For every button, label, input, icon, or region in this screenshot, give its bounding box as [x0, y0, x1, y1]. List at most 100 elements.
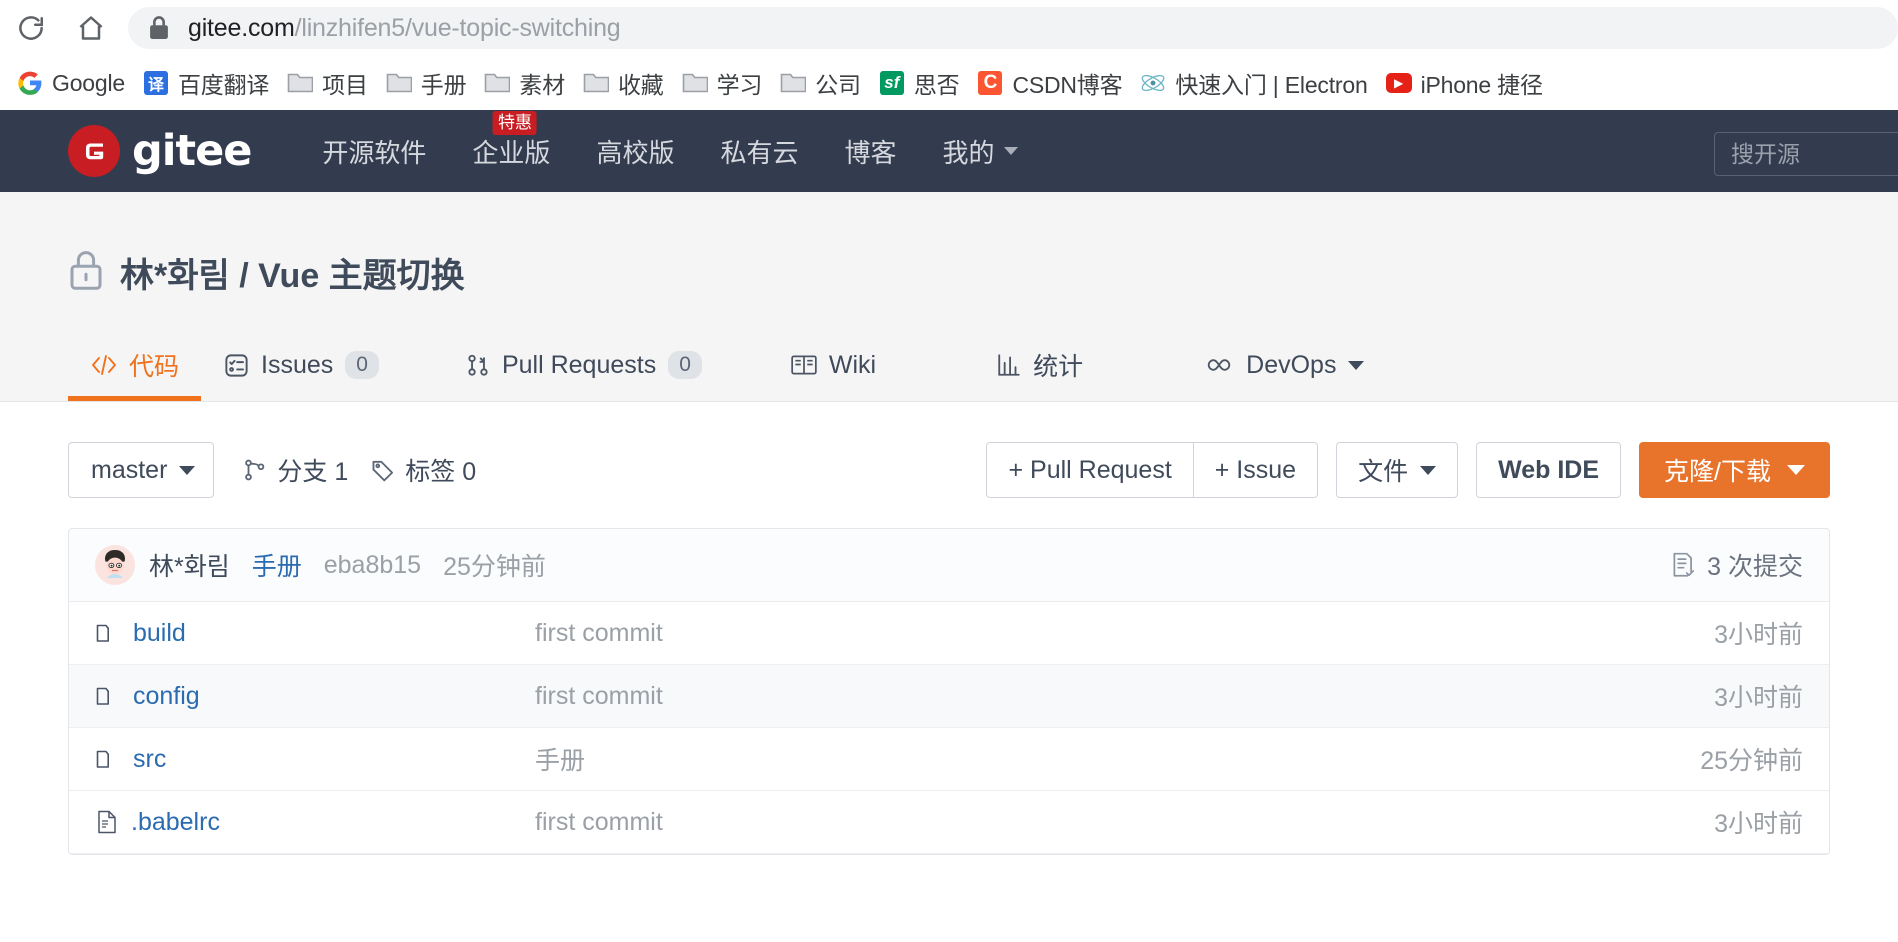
file-link[interactable]: .babelrc — [95, 808, 535, 837]
bookmark-folder-materials[interactable]: 素材 — [475, 63, 574, 103]
folder-icon — [780, 70, 807, 96]
commit-time: 25分钟前 — [443, 553, 546, 581]
lock-icon — [150, 16, 168, 39]
file-icon — [98, 810, 116, 834]
pull-request-icon — [465, 352, 491, 379]
nav-label: 我的 — [942, 137, 995, 168]
branches-link[interactable]: 分支 1 — [242, 452, 348, 488]
folder-icon — [96, 750, 109, 768]
promo-badge: 特惠 — [492, 110, 537, 135]
tab-pull-requests[interactable]: Pull Requests 0 — [465, 329, 702, 401]
gitee-logo[interactable]: gitee — [68, 125, 252, 177]
bookmark-label: iPhone 捷径 — [1420, 72, 1543, 98]
file-name-label: .babelrc — [131, 807, 220, 836]
page-title: 林*화림 / Vue 主题切换 — [120, 257, 465, 295]
file-commit-message: 手册 — [535, 747, 586, 775]
file-link[interactable]: config — [95, 682, 535, 711]
nav-label: 私有云 — [720, 137, 799, 168]
chevron-down-icon — [1348, 360, 1365, 370]
chevron-down-icon — [179, 465, 196, 475]
code-icon — [90, 353, 118, 377]
repo-meta: 分支 1 标签 0 — [242, 452, 498, 488]
tab-code[interactable]: 代码 — [67, 329, 202, 401]
bookmark-label: 素材 — [519, 72, 565, 98]
file-commit-time: 3小时前 — [1714, 810, 1803, 838]
search-input[interactable] — [1714, 132, 1898, 176]
folder-icon — [484, 70, 511, 96]
file-commit-time: 3小时前 — [1714, 621, 1803, 649]
nav-item-blog[interactable]: 博客 — [821, 133, 919, 170]
new-pull-request-button[interactable]: + Pull Request — [986, 442, 1194, 498]
bookmark-folder-favorites[interactable]: 收藏 — [574, 63, 673, 103]
file-link[interactable]: build — [95, 619, 535, 648]
nav-item-education[interactable]: 高校版 — [573, 133, 697, 170]
repo-content: master 分支 1 标签 0 + Pull Request + Issue — [0, 402, 1898, 855]
commit-message[interactable]: 手册 — [252, 547, 302, 583]
branch-label: master — [91, 455, 168, 484]
tab-issues[interactable]: Issues 0 — [223, 329, 379, 401]
file-link[interactable]: src — [95, 745, 535, 774]
table-row[interactable]: src 手册 25分钟前 — [69, 728, 1829, 791]
reload-button[interactable] — [8, 5, 54, 51]
chevron-down-icon — [1003, 147, 1018, 155]
table-row[interactable]: config first commit 3小时前 — [69, 665, 1829, 728]
bookmark-iphone-shortcuts[interactable]: ▶ iPhone 捷径 — [1377, 63, 1552, 103]
tags-link[interactable]: 标签 0 — [370, 452, 476, 488]
browser-chrome: gitee.com/linzhifen5/vue-topic-switching… — [0, 0, 1898, 110]
file-commit-message: first commit — [535, 681, 663, 710]
bookmark-folder-study[interactable]: 学习 — [673, 63, 772, 103]
bookmark-google[interactable]: Google — [8, 63, 134, 103]
nav-item-mine[interactable]: 我的 — [919, 133, 1040, 170]
bookmark-label: 百度翻译 — [177, 72, 270, 98]
chart-icon — [996, 353, 1022, 377]
tab-devops[interactable]: DevOps — [1203, 329, 1365, 401]
nav-item-open-source[interactable]: 开源软件 — [299, 133, 449, 170]
commit-sha[interactable]: eba8b15 — [324, 551, 421, 580]
tab-label: DevOps — [1246, 350, 1337, 379]
commits-count-label: 3 次提交 — [1707, 553, 1803, 581]
folder-icon — [682, 70, 708, 96]
tab-label: Pull Requests — [501, 350, 657, 379]
nav-item-private-cloud[interactable]: 私有云 — [697, 133, 821, 170]
file-name-label: src — [133, 744, 167, 773]
home-button[interactable] — [68, 5, 114, 51]
table-row[interactable]: .babelrc first commit 3小时前 — [69, 791, 1829, 854]
table-row[interactable]: build first commit 3小时前 — [69, 602, 1829, 665]
web-ide-button[interactable]: Web IDE — [1476, 442, 1622, 498]
branch-selector[interactable]: master — [68, 442, 215, 498]
commits-count-link[interactable]: 3 次提交 — [1670, 547, 1803, 583]
bookmark-baidu-translate[interactable]: 译 百度翻译 — [134, 63, 278, 103]
tab-count-badge: 0 — [345, 351, 379, 379]
bookmark-label: CSDN博客 — [1012, 72, 1123, 98]
avatar[interactable] — [95, 545, 135, 585]
bookmark-csdn[interactable]: C CSDN博客 — [968, 63, 1131, 103]
bookmark-folder-projects[interactable]: 项目 — [278, 63, 377, 103]
bookmark-electron[interactable]: 快速入门 | Electron — [1131, 63, 1376, 103]
bookmark-segmentfault[interactable]: sf 思否 — [870, 63, 969, 103]
bookmark-folder-company[interactable]: 公司 — [771, 63, 870, 103]
tab-statistics[interactable]: 统计 — [996, 329, 1083, 401]
bookmark-label: 收藏 — [618, 72, 664, 98]
nav-label: 开源软件 — [322, 137, 427, 168]
nav-item-enterprise[interactable]: 特惠 企业版 — [449, 110, 573, 170]
tab-wiki[interactable]: Wiki — [790, 329, 876, 401]
repo-visibility-lock-icon — [68, 249, 104, 296]
clone-download-button[interactable]: 克隆/下载 — [1639, 442, 1830, 498]
youtube-icon: ▶ — [1385, 70, 1412, 96]
file-browser: 林*화림 手册 eba8b15 25分钟前 3 次提交 build first … — [68, 528, 1830, 855]
folder-icon — [287, 70, 314, 96]
commit-author[interactable]: 林*화림 — [149, 547, 230, 583]
folder-icon — [386, 70, 412, 96]
folder-icon — [96, 687, 109, 705]
bookmark-label: 手册 — [420, 72, 467, 98]
bookmark-folder-manual[interactable]: 手册 — [377, 63, 476, 103]
new-issue-button[interactable]: + Issue — [1193, 442, 1319, 498]
gitee-logo-text: gitee — [132, 126, 252, 176]
files-dropdown-button[interactable]: 文件 — [1336, 442, 1459, 498]
omnibar-row: gitee.com/linzhifen5/vue-topic-switching — [0, 0, 1898, 56]
repo-tabs: 代码 Issues 0 Pull Requests 0 Wiki 统计 DevO… — [67, 329, 1898, 401]
address-bar[interactable]: gitee.com/linzhifen5/vue-topic-switching — [128, 7, 1898, 49]
tab-label: Wiki — [828, 350, 877, 379]
home-icon — [79, 16, 103, 40]
branches-label: 分支 1 — [277, 458, 349, 486]
